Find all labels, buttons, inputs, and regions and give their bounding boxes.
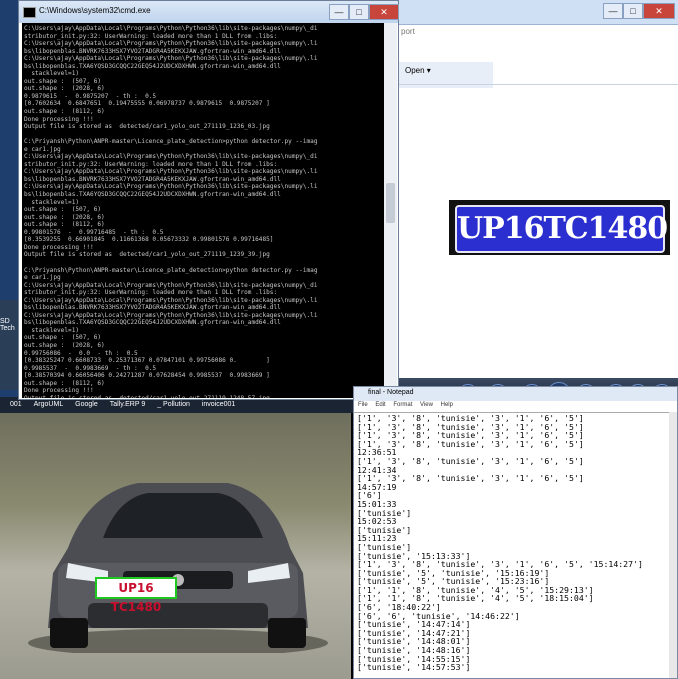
desktop-icons-strip: SD Tech — [0, 300, 18, 390]
menu-format[interactable]: Format — [393, 402, 412, 408]
scrollbar-thumb[interactable] — [386, 183, 395, 223]
vertical-scrollbar[interactable] — [669, 412, 677, 678]
close-button[interactable]: ✕ — [369, 4, 399, 20]
cmd-title: C:\Windows\system32\cmd.exe — [39, 6, 151, 15]
plate-crop-image: UP16TC1480 — [449, 200, 670, 255]
vertical-scrollbar[interactable] — [384, 23, 397, 398]
notepad-menubar: File Edit Format View Help — [354, 401, 677, 412]
cmd-window: C:\Windows\system32\cmd.exe — □ ✕ C:\Use… — [18, 0, 399, 400]
plate-crop-text: UP16TC1480 — [455, 205, 668, 253]
menu-file[interactable]: File — [358, 402, 368, 408]
explorer-titlebar: — □ ✕ — [393, 0, 678, 25]
terminal-output[interactable]: C:\Users\ajay\AppData\Local\Programs\Pyt… — [22, 23, 384, 398]
terminal-icon — [23, 7, 36, 18]
notepad-text-area[interactable]: ['1', '3', '8', 'tunisie', '3', '1', '6'… — [354, 412, 672, 679]
terminal-text: C:\Users\ajay\AppData\Local\Programs\Pyt… — [24, 25, 318, 398]
divider — [393, 84, 678, 85]
notepad-titlebar: final - Notepad — [354, 387, 677, 401]
notepad-window: final - Notepad File Edit Format View He… — [353, 386, 678, 679]
cmd-titlebar: C:\Windows\system32\cmd.exe — □ ✕ — [19, 1, 399, 23]
menu-edit[interactable]: Edit — [375, 402, 385, 408]
menu-help[interactable]: Help — [441, 402, 453, 408]
car-illustration — [28, 483, 328, 653]
desktop-label: Tech — [0, 325, 15, 332]
menu-view[interactable]: View — [420, 402, 433, 408]
maximize-button[interactable]: □ — [623, 3, 643, 19]
desktop-label: SD — [0, 318, 10, 325]
search-input[interactable]: port — [397, 24, 473, 48]
notepad-title: final - Notepad — [368, 389, 414, 396]
minimize-button[interactable]: — — [603, 3, 623, 19]
minimize-button[interactable]: — — [329, 4, 349, 20]
explorer-window: — □ ✕ port Open ▾ — [392, 0, 678, 385]
notepad-text: ['1', '3', '8', 'tunisie', '3', '1', '6'… — [357, 413, 643, 673]
car-photo: UP16 TC1480 — [0, 413, 351, 679]
car-license-plate: UP16 TC1480 — [95, 577, 177, 614]
maximize-button[interactable]: □ — [349, 4, 369, 20]
close-button[interactable]: ✕ — [643, 3, 675, 19]
